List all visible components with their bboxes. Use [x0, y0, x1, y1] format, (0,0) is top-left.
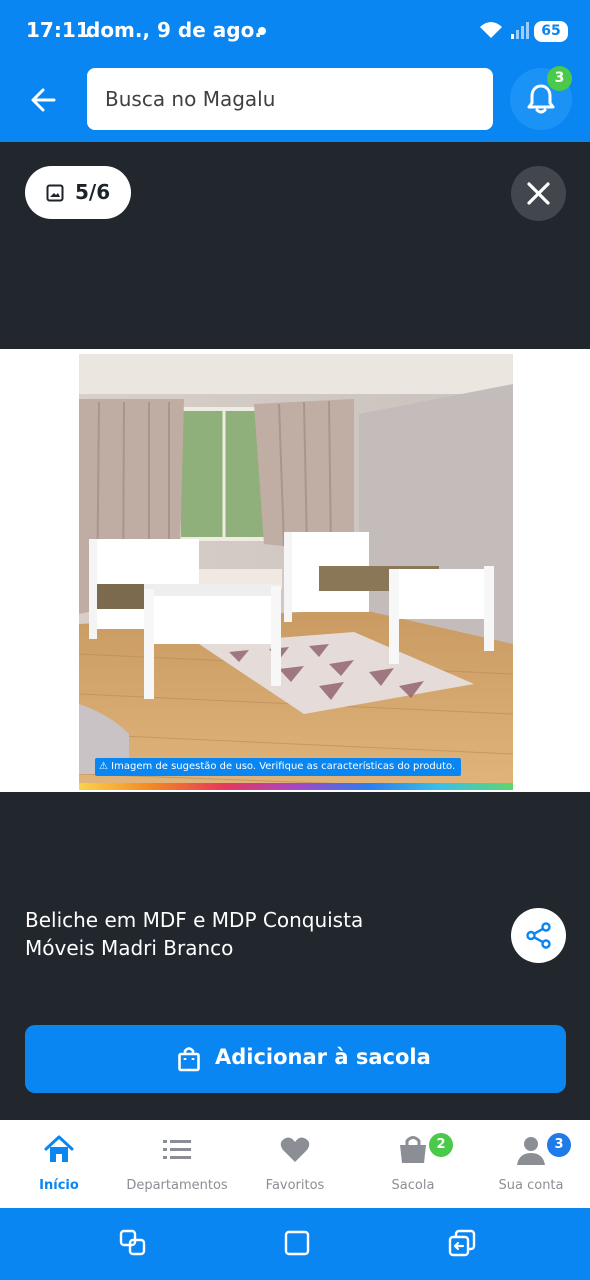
- arrow-left-icon: [31, 88, 56, 112]
- back-system-button[interactable]: [447, 1228, 477, 1258]
- bag-icon: [400, 1136, 426, 1163]
- product-photo[interactable]: ⚠ Imagem de sugestão de uso. Verifique a…: [79, 354, 513, 790]
- nav-label-favoritos: Favoritos: [265, 1178, 325, 1193]
- image-counter-text: 5/6: [75, 180, 111, 204]
- signal-icon: [511, 22, 529, 39]
- nav-item-sua-conta[interactable]: 3 Sua conta: [472, 1120, 590, 1208]
- status-time: 17:11: [26, 18, 90, 42]
- app-header: 3: [0, 62, 590, 142]
- product-title-line-1: Beliche em MDF e MDP Conquista: [25, 908, 364, 932]
- wifi-icon: [480, 22, 502, 38]
- home-system-button[interactable]: [282, 1228, 312, 1258]
- bottom-nav: Início Departamentos Favoritos 2 Sacola: [0, 1120, 590, 1208]
- search-box[interactable]: [87, 68, 493, 130]
- system-nav-bar: [0, 1208, 590, 1280]
- nav-item-favoritos[interactable]: Favoritos: [236, 1120, 354, 1208]
- recent-apps-button[interactable]: [118, 1228, 148, 1258]
- back-system-icon: [448, 1229, 476, 1257]
- square-icon: [284, 1230, 310, 1256]
- share-button[interactable]: [511, 908, 566, 963]
- product-image-panel[interactable]: ⚠ Imagem de sugestão de uso. Verifique a…: [0, 349, 590, 792]
- status-date: dom., 9 de ago.: [86, 18, 262, 42]
- disclaimer-text: Imagem de sugestão de uso. Verifique as …: [111, 761, 456, 772]
- bedroom-illustration: [79, 354, 513, 790]
- product-title-line-2: Móveis Madri Branco: [25, 936, 234, 960]
- shopping-bag-icon: [178, 1047, 200, 1072]
- product-title: Beliche em MDF e MDP Conquista Móveis Ma…: [25, 906, 465, 962]
- notification-dot-icon: [258, 27, 266, 35]
- heart-icon: [280, 1137, 310, 1162]
- image-icon: [46, 184, 64, 202]
- close-gallery-button[interactable]: [511, 166, 566, 221]
- rainbow-strip: [79, 783, 513, 790]
- add-to-bag-button[interactable]: Adicionar à sacola: [25, 1025, 566, 1093]
- add-to-bag-label: Adicionar à sacola: [215, 1045, 431, 1069]
- bag-badge: 2: [429, 1133, 453, 1157]
- image-counter: 5/6: [25, 166, 131, 219]
- close-icon: [527, 182, 550, 205]
- recent-apps-icon: [119, 1229, 146, 1256]
- share-icon: [526, 922, 551, 949]
- nav-item-departamentos[interactable]: Departamentos: [118, 1120, 236, 1208]
- usage-disclaimer: ⚠ Imagem de sugestão de uso. Verifique a…: [95, 758, 462, 776]
- nav-label-sacola: Sacola: [391, 1178, 435, 1193]
- nav-label-sua-conta: Sua conta: [498, 1178, 564, 1193]
- warning-icon: ⚠: [99, 761, 112, 772]
- nav-label-inicio: Início: [39, 1178, 79, 1193]
- nav-item-sacola[interactable]: 2 Sacola: [354, 1120, 472, 1208]
- back-button[interactable]: [24, 80, 64, 120]
- notification-badge: 3: [547, 66, 572, 91]
- list-icon: [163, 1140, 191, 1159]
- nav-item-inicio[interactable]: Início: [0, 1120, 118, 1208]
- account-badge: 3: [547, 1133, 571, 1157]
- home-icon: [44, 1135, 74, 1162]
- user-icon: [517, 1137, 545, 1165]
- nav-label-departamentos: Departamentos: [126, 1178, 228, 1193]
- battery-indicator: 65: [534, 21, 568, 42]
- status-bar: 17:11 dom., 9 de ago. 65: [0, 0, 590, 62]
- search-input[interactable]: [87, 68, 493, 130]
